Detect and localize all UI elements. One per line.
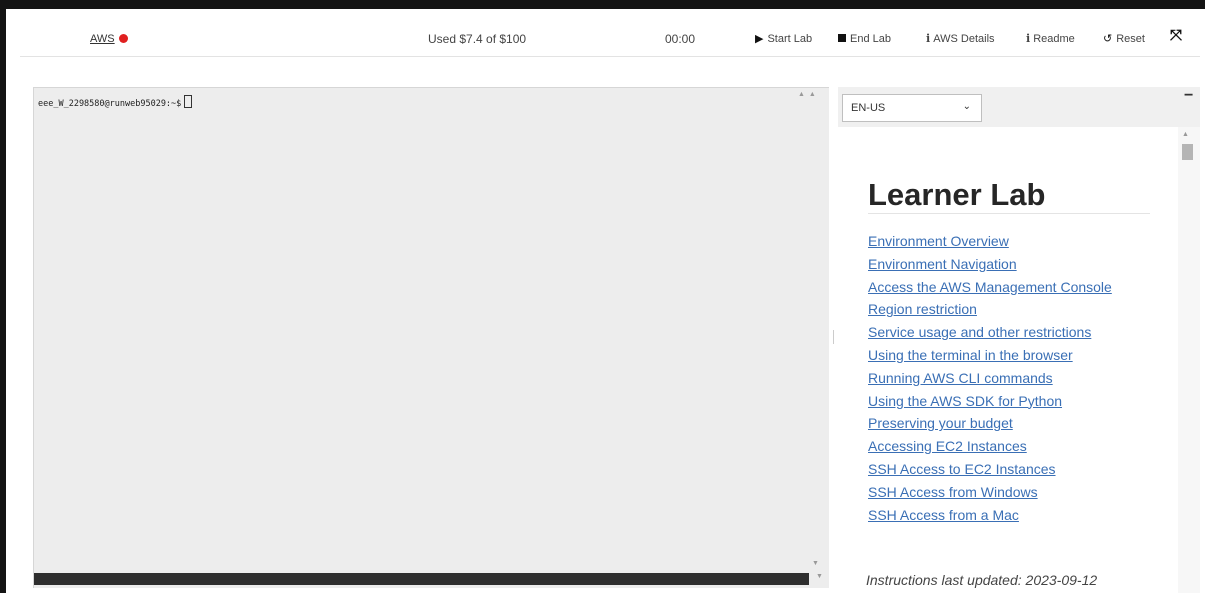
toc-item: Environment Overview: [868, 233, 1112, 256]
last-updated-note: Instructions last updated: 2023-09-12: [866, 572, 1098, 588]
prompt-text: eee_W_2298580@runweb95029:~$: [38, 99, 182, 109]
toc-link-service-usage[interactable]: Service usage and other restrictions: [868, 324, 1091, 340]
scroll-up-arrows-icon[interactable]: ▲▲: [798, 91, 820, 98]
toc-link-preserving-budget[interactable]: Preserving your budget: [868, 415, 1013, 431]
toc-link-accessing-ec2[interactable]: Accessing EC2 Instances: [868, 438, 1027, 454]
language-select[interactable]: EN-US ⌄: [842, 94, 982, 122]
scroll-down-arrow-icon[interactable]: ▼: [812, 560, 819, 567]
start-lab-button[interactable]: ▶ Start Lab: [755, 33, 812, 45]
fullscreen-button[interactable]: ⤧: [1170, 27, 1183, 44]
toc-link-ssh-mac[interactable]: SSH Access from a Mac: [868, 507, 1019, 523]
window-frame-top: [0, 0, 1205, 9]
toc-item: SSH Access from a Mac: [868, 507, 1112, 530]
toc-item: SSH Access from Windows: [868, 484, 1112, 507]
lab-status-indicator: [118, 34, 128, 43]
aws-details-label: AWS Details: [933, 33, 995, 45]
window-frame-left: [0, 9, 6, 593]
instructions-content: Learner Lab Environment Overview Environ…: [838, 127, 1178, 593]
reset-icon: ↺: [1103, 33, 1113, 45]
toc-item: Region restriction: [868, 301, 1112, 324]
page-title: Learner Lab: [868, 177, 1046, 212]
end-lab-button[interactable]: End Lab: [838, 33, 891, 45]
reset-label: Reset: [1116, 33, 1145, 45]
title-divider: [868, 213, 1150, 214]
expand-icon: ⤧: [1170, 27, 1183, 44]
toc-item: Environment Navigation: [868, 256, 1112, 279]
end-lab-label: End Lab: [850, 33, 891, 45]
toc-item: SSH Access to EC2 Instances: [868, 461, 1112, 484]
pane-resize-handle[interactable]: [833, 330, 836, 344]
toc-link-terminal-in-browser[interactable]: Using the terminal in the browser: [868, 347, 1073, 363]
info-icon: i: [1026, 32, 1031, 45]
start-lab-label: Start Lab: [767, 33, 813, 45]
toc-item: Running AWS CLI commands: [868, 370, 1112, 393]
aws-console-link[interactable]: AWS: [90, 33, 128, 45]
info-icon: i: [926, 32, 931, 45]
toc-link-aws-sdk-python[interactable]: Using the AWS SDK for Python: [868, 393, 1062, 409]
terminal-cursor: [184, 95, 193, 108]
toc-link-aws-cli[interactable]: Running AWS CLI commands: [868, 370, 1053, 386]
reset-button[interactable]: ↺ Reset: [1103, 33, 1145, 45]
scroll-up-arrow-icon[interactable]: ▲: [1182, 131, 1189, 138]
toc-item: Using the terminal in the browser: [868, 347, 1112, 370]
toc-item: Using the AWS SDK for Python: [868, 393, 1112, 416]
budget-usage: Used $7.4 of $100: [428, 32, 527, 46]
toc-link-region-restriction[interactable]: Region restriction: [868, 301, 977, 317]
panel-scrollbar[interactable]: [1178, 127, 1200, 593]
toc-link-environment-navigation[interactable]: Environment Navigation: [868, 256, 1017, 272]
toc-link-ssh-windows[interactable]: SSH Access from Windows: [868, 484, 1038, 500]
scroll-right-arrow-icon[interactable]: ▼: [816, 573, 823, 580]
stop-icon: [838, 34, 846, 42]
readme-button[interactable]: i Readme: [1026, 32, 1075, 46]
scrollbar-thumb[interactable]: [1182, 144, 1193, 160]
session-timer: 00:00: [665, 32, 696, 46]
aws-details-button[interactable]: i AWS Details: [926, 32, 995, 46]
aws-label: AWS: [90, 33, 115, 45]
terminal-prompt: eee_W_2298580@runweb95029:~$: [38, 95, 193, 109]
readme-label: Readme: [1033, 33, 1075, 45]
terminal-window[interactable]: eee_W_2298580@runweb95029:~$ ▲▲ ▼ ▼: [33, 87, 829, 588]
toc-item: Accessing EC2 Instances: [868, 438, 1112, 461]
terminal-horizontal-scrollbar[interactable]: [34, 573, 809, 585]
minimize-panel-button[interactable]: −: [1184, 87, 1193, 105]
chevron-down-icon: ⌄: [962, 101, 971, 112]
toc-item: Access the AWS Management Console: [868, 279, 1112, 302]
table-of-contents: Environment Overview Environment Navigat…: [868, 233, 1112, 529]
toc-item: Preserving your budget: [868, 415, 1112, 438]
play-icon: ▶: [755, 33, 764, 45]
toc-link-environment-overview[interactable]: Environment Overview: [868, 233, 1009, 249]
toc-item: Service usage and other restrictions: [868, 324, 1112, 347]
toc-link-access-console[interactable]: Access the AWS Management Console: [868, 279, 1112, 295]
instructions-panel: EN-US ⌄ − Learner Lab Environment Overvi…: [838, 87, 1200, 593]
lab-toolbar: AWS Used $7.4 of $100 00:00 ▶ Start Lab E…: [20, 10, 1200, 57]
toc-link-ssh-ec2[interactable]: SSH Access to EC2 Instances: [868, 461, 1056, 477]
language-selected-value: EN-US: [851, 102, 886, 114]
